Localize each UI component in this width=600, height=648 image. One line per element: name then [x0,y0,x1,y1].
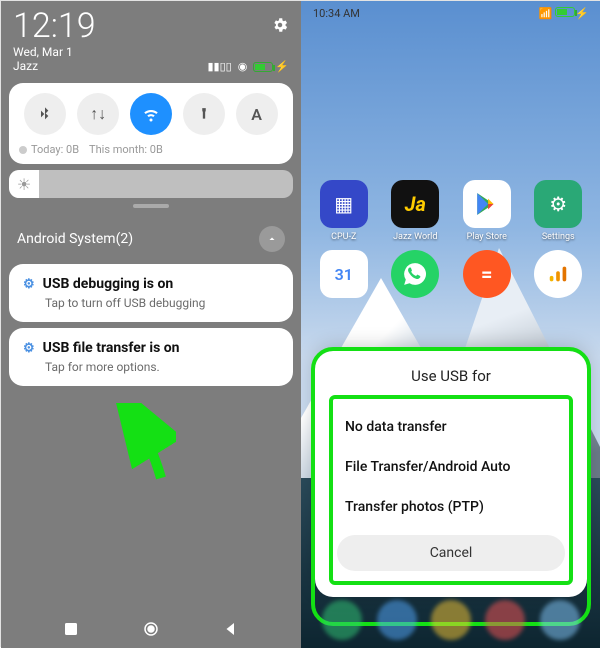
nav-home-button[interactable] [142,620,160,642]
status-icons: 📶 ⚡ [539,7,589,20]
clock: 12:19 [13,9,96,43]
shade-drag-handle[interactable] [133,204,169,208]
app-settings[interactable]: ⚙Settings [532,180,584,242]
wifi-icon: ◉ [238,60,248,73]
annotation-arrow-icon [116,403,176,483]
status-time: 10:34 AM [313,7,360,20]
qs-bluetooth-toggle[interactable] [24,93,66,135]
clock-block: 12:19 Wed, Mar 1 Jazz [13,9,96,73]
notif-subtitle: Tap for more options. [45,360,279,374]
notif-title-text: USB debugging is on [43,276,174,292]
app-jazzworld[interactable]: JaJazz World [389,180,441,242]
status-bar: 10:34 AM 📶 ⚡ [301,1,600,26]
app-orange[interactable]: = [461,250,513,302]
notif-subtitle: Tap to turn off USB debugging [45,296,279,310]
status-bar: 12:19 Wed, Mar 1 Jazz ▮▮▯▯ ◉ ⚡ [1,1,301,73]
phone-right-home-with-dialog: 10:34 AM 📶 ⚡ ▦CPU-Z JaJazz World Play St… [301,1,600,648]
qs-wifi-toggle[interactable] [130,93,172,135]
option-ptp[interactable]: Transfer photos (PTP) [337,487,565,527]
app-cpuz[interactable]: ▦CPU-Z [318,180,370,242]
gear-icon: ⚙ [23,277,35,292]
app-row-2: 31 = [301,242,600,302]
app-analytics[interactable] [532,250,584,302]
date: Wed, Mar 1 [13,45,96,59]
notification-usb-file-transfer[interactable]: ⚙ USB file transfer is on Tap for more op… [9,328,293,386]
nav-recents-button[interactable] [62,620,80,642]
status-right-cluster: ▮▮▯▯ ◉ ⚡ [207,16,289,73]
quick-settings-panel: ↑↓ A Today: 0B This month: 0B [9,83,293,164]
settings-gear-icon[interactable] [271,16,289,34]
battery-icon: ⚡ [253,60,289,73]
qs-data-toggle[interactable]: ↑↓ [77,93,119,135]
navigation-bar [1,620,301,642]
option-no-data-transfer[interactable]: No data transfer [337,407,565,447]
phone-left-notification-shade: 12:19 Wed, Mar 1 Jazz ▮▮▯▯ ◉ ⚡ ↑↓ A Toda… [1,1,301,648]
option-file-transfer[interactable]: File Transfer/Android Auto [337,447,565,487]
cancel-button[interactable]: Cancel [337,535,565,571]
data-usage-row: Today: 0B This month: 0B [19,143,283,156]
app-calendar[interactable]: 31 [318,250,370,302]
qs-flashlight-toggle[interactable] [183,93,225,135]
notif-title-text: USB file transfer is on [43,340,180,356]
qs-fontsize-toggle[interactable]: A [236,93,278,135]
signal-icon: ▮▮▯▯ [207,60,231,73]
brightness-slider[interactable]: ☀ [9,170,293,198]
dock-blurred [315,598,587,642]
nav-back-button[interactable] [222,620,240,642]
group-title: Android System(2) [17,231,133,247]
sheet-title: Use USB for [329,367,573,385]
usb-options-sheet: Use USB for No data transfer File Transf… [315,351,587,597]
notification-usb-debugging[interactable]: ⚙ USB debugging is on Tap to turn off USB… [9,264,293,322]
gear-icon: ⚙ [23,341,35,356]
highlighted-options-box: No data transfer File Transfer/Android A… [329,395,573,585]
carrier: Jazz [13,59,96,73]
notification-group-header[interactable]: Android System(2) [1,214,301,258]
app-whatsapp[interactable] [389,250,441,302]
data-month: This month: 0B [89,143,163,156]
brightness-thumb-icon: ☀ [9,170,39,198]
quick-settings-row: ↑↓ A [19,93,283,135]
collapse-chevron-icon[interactable] [259,226,285,252]
data-today: Today: 0B [19,143,79,156]
app-row-1: ▦CPU-Z JaJazz World Play Store ⚙Settings [301,26,600,242]
app-playstore[interactable]: Play Store [461,180,513,242]
